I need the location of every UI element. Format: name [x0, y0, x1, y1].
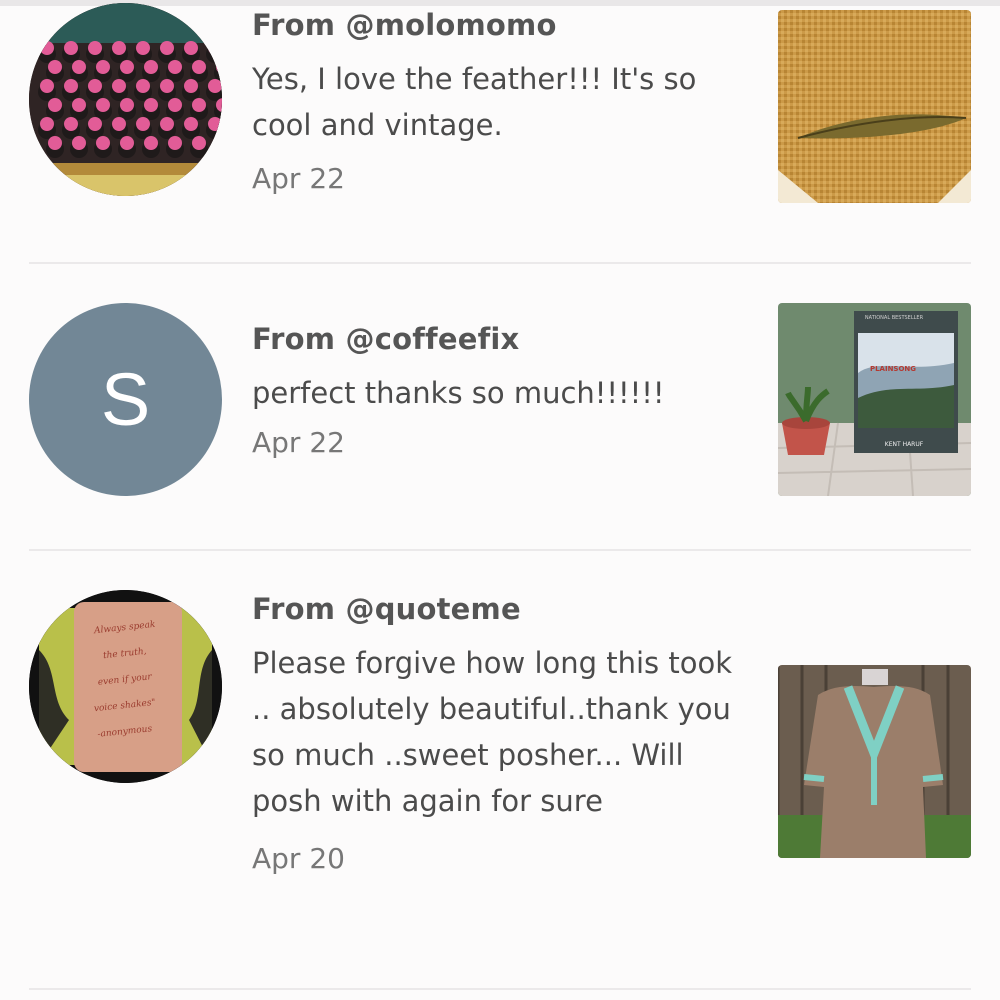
- listing-thumbnail[interactable]: [778, 10, 971, 203]
- feedback-author[interactable]: From @molomomo: [252, 8, 752, 42]
- feedback-date: Apr 22: [252, 426, 345, 459]
- feedback-author[interactable]: From @quoteme: [252, 592, 752, 626]
- feedback-author[interactable]: From @coffeefix: [252, 322, 752, 356]
- user-avatar[interactable]: Always speak the truth, even if your voice …: [29, 590, 222, 783]
- listing-thumbnail[interactable]: [778, 665, 971, 858]
- book-badge: NATIONAL BESTSELLER: [865, 315, 924, 321]
- top-edge: [0, 0, 1000, 6]
- listing-thumbnail[interactable]: NATIONAL BESTSELLER PLAINSONG KENT HARUF: [778, 303, 971, 496]
- feedback-message: perfect thanks so much!!!!!!: [252, 376, 665, 410]
- book-title: PLAINSONG: [870, 365, 916, 373]
- divider: [29, 262, 971, 264]
- avatar-initial: S: [100, 358, 151, 441]
- feedback-message: Yes, I love the feather!!! It's so cool …: [252, 62, 697, 142]
- feedback-message: Please forgive how long this took .. abs…: [252, 646, 733, 818]
- user-avatar[interactable]: S: [29, 303, 222, 496]
- book-author: KENT HARUF: [885, 441, 924, 448]
- feedback-date: Apr 20: [252, 842, 345, 875]
- divider: [29, 988, 971, 990]
- divider: [29, 549, 971, 551]
- feedback-date: Apr 22: [252, 162, 345, 195]
- user-avatar[interactable]: [29, 3, 222, 196]
